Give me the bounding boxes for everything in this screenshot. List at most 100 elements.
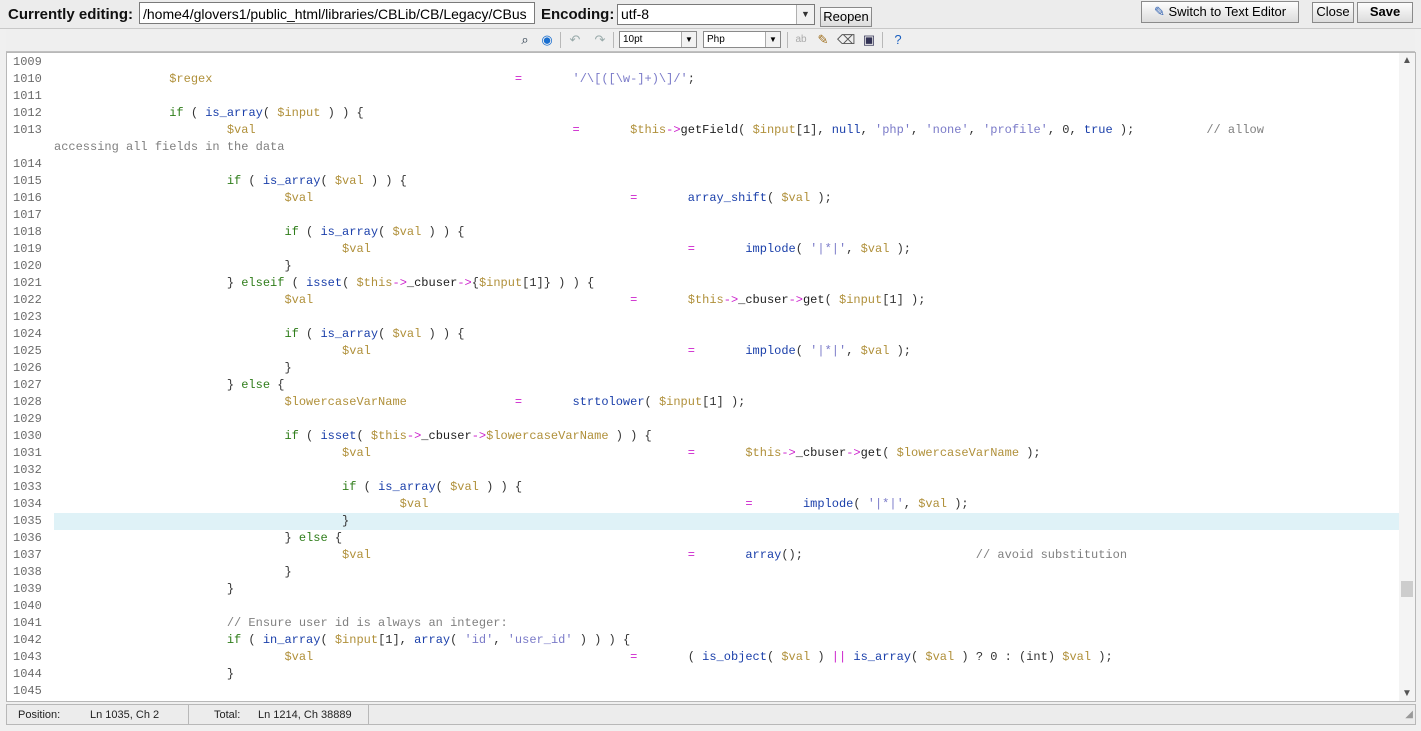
code-line[interactable]: 1026 } xyxy=(7,360,1399,377)
code-line[interactable]: 1020 } xyxy=(7,258,1399,275)
scroll-thumb[interactable] xyxy=(1401,581,1413,597)
code-token: $lowercaseVarName xyxy=(896,446,1020,460)
help-icon[interactable]: ? xyxy=(889,31,907,49)
line-number: 1023 xyxy=(13,310,42,324)
code-token: _cbuser xyxy=(738,293,789,307)
code-line[interactable]: 1016 $val = array_shift( $val ); xyxy=(7,190,1399,207)
code-line[interactable]: 1017 xyxy=(7,207,1399,224)
line-code: $val = array(); // avoid substitution xyxy=(54,547,1127,564)
fullscreen-icon[interactable]: ▣ xyxy=(860,31,878,49)
code-line[interactable]: 1038 } xyxy=(7,564,1399,581)
code-token: [1]} ) ) { xyxy=(522,276,595,290)
font-size-select[interactable]: 10pt ▼ xyxy=(619,31,697,48)
code-line[interactable]: 1011 xyxy=(7,88,1399,105)
word-wrap-icon[interactable]: ab xyxy=(792,31,810,49)
code-line[interactable]: 1028 $lowercaseVarName = strtolower( $in… xyxy=(7,394,1399,411)
encoding-select[interactable]: utf-8 ▼ xyxy=(617,4,815,25)
code-line[interactable]: 1045 xyxy=(7,683,1399,700)
code-token: _cbuser xyxy=(421,429,472,443)
code-line[interactable]: 1024 if ( is_array( $val ) ) { xyxy=(7,326,1399,343)
code-line[interactable]: 1018 if ( is_array( $val ) ) { xyxy=(7,224,1399,241)
eraser-icon[interactable]: ⌫ xyxy=(837,31,855,49)
vertical-scrollbar[interactable]: ▲ ▼ xyxy=(1399,53,1415,701)
search-icon[interactable]: ⌕ xyxy=(516,31,534,49)
close-button[interactable]: Close xyxy=(1312,2,1354,23)
line-code: if ( is_array( $input ) ) { xyxy=(54,105,363,122)
code-line[interactable]: 1015 if ( is_array( $val ) ) { xyxy=(7,173,1399,190)
chevron-down-icon[interactable]: ▼ xyxy=(796,5,814,24)
toolbar-separator xyxy=(613,32,614,48)
code-line[interactable]: 1025 $val = implode( '|*|', $val ); xyxy=(7,343,1399,360)
code-token: = xyxy=(687,344,695,358)
chevron-down-icon[interactable]: ▼ xyxy=(765,32,780,47)
code-line[interactable]: 1035 } xyxy=(7,513,1399,530)
reopen-button[interactable]: Reopen xyxy=(820,7,872,27)
code-token: = xyxy=(745,497,753,511)
code-token: implode xyxy=(745,242,796,256)
line-number: 1045 xyxy=(13,684,42,698)
goto-line-icon[interactable]: ◉ xyxy=(538,31,556,49)
code-line[interactable]: 1037 $val = array(); // avoid substituti… xyxy=(7,547,1399,564)
code-line[interactable]: 1040 xyxy=(7,598,1399,615)
highlight-icon[interactable]: ✎ xyxy=(814,31,832,49)
code-line[interactable]: 1014 xyxy=(7,156,1399,173)
code-line[interactable]: 1043 $val = ( is_object( $val ) || is_ar… xyxy=(7,649,1399,666)
code-token: ( xyxy=(378,225,393,239)
line-number: 1010 xyxy=(13,72,42,86)
line-number: 1015 xyxy=(13,174,42,188)
code-token: '|*|' xyxy=(810,344,847,358)
code-line[interactable]: 1013 $val = $this->getField( $input[1], … xyxy=(7,122,1399,139)
code-line[interactable]: 1031 $val = $this->_cbuser->get( $lowerc… xyxy=(7,445,1399,462)
code-line[interactable]: 1022 $val = $this->_cbuser->get( $input[… xyxy=(7,292,1399,309)
save-button[interactable]: Save xyxy=(1357,2,1413,23)
line-code: $regex = '/\[([\w-]+)\]/'; xyxy=(54,71,695,88)
line-number: 1022 xyxy=(13,293,42,307)
switch-to-text-editor-button[interactable]: ✎ Switch to Text Editor xyxy=(1141,1,1299,23)
syntax-select[interactable]: Php ▼ xyxy=(703,31,781,48)
code-line[interactable]: 1009 xyxy=(7,54,1399,71)
code-line[interactable]: 1029 xyxy=(7,411,1399,428)
code-line[interactable]: 1012 if ( is_array( $input ) ) { xyxy=(7,105,1399,122)
code-token: ) ) ) { xyxy=(572,633,631,647)
code-line[interactable]: 1039 } xyxy=(7,581,1399,598)
code-token: ( xyxy=(853,497,868,511)
undo-icon[interactable]: ↶ xyxy=(566,31,584,49)
code-line[interactable]: 1034 $val = implode( '|*|', $val ); xyxy=(7,496,1399,513)
code-line[interactable]: 1027 } else { xyxy=(7,377,1399,394)
code-line[interactable]: accessing all fields in the data xyxy=(7,139,1399,156)
status-bar: Position: Ln 1035, Ch 2 Total: Ln 1214, … xyxy=(6,704,1416,725)
code-token: ) ) { xyxy=(608,429,652,443)
scroll-down-icon[interactable]: ▼ xyxy=(1402,688,1412,699)
code-line[interactable]: 1032 xyxy=(7,462,1399,479)
code-line[interactable]: 1036 } else { xyxy=(7,530,1399,547)
code-line[interactable]: 1041 // Ensure user id is always an inte… xyxy=(7,615,1399,632)
code-line[interactable]: 1010 $regex = '/\[([\w-]+)\]/'; xyxy=(7,71,1399,88)
redo-icon[interactable]: ↷ xyxy=(591,31,609,49)
code-token: array xyxy=(414,633,451,647)
resize-grip-icon[interactable]: ◢ xyxy=(1405,709,1413,723)
code-line[interactable]: 1042 if ( in_array( $input[1], array( 'i… xyxy=(7,632,1399,649)
chevron-down-icon[interactable]: ▼ xyxy=(681,32,696,47)
code-token: implode xyxy=(802,497,854,511)
line-number: 1031 xyxy=(13,446,42,460)
total-value: Ln 1214, Ch 38889 xyxy=(258,709,352,721)
switch-button-label: Switch to Text Editor xyxy=(1168,4,1287,19)
code-editor[interactable]: 1009 1010 $regex = '/\[([\w-]+)\]/'; 1011 1… xyxy=(6,52,1416,702)
code-line[interactable]: 1044 } xyxy=(7,666,1399,683)
code-token: if xyxy=(226,174,242,188)
code-line[interactable]: 1019 $val = implode( '|*|', $val ); xyxy=(7,241,1399,258)
code-line[interactable]: 1033 if ( is_array( $val ) ) { xyxy=(7,479,1399,496)
code-line[interactable]: 1030 if ( isset( $this->_cbuser->$lowerc… xyxy=(7,428,1399,445)
scroll-up-icon[interactable]: ▲ xyxy=(1402,55,1412,66)
file-path-field[interactable]: /home4/glovers1/public_html/libraries/CB… xyxy=(139,2,535,24)
code-line[interactable]: 1023 xyxy=(7,309,1399,326)
code-line[interactable]: 1021 } elseif ( isset( $this->_cbuser->{… xyxy=(7,275,1399,292)
